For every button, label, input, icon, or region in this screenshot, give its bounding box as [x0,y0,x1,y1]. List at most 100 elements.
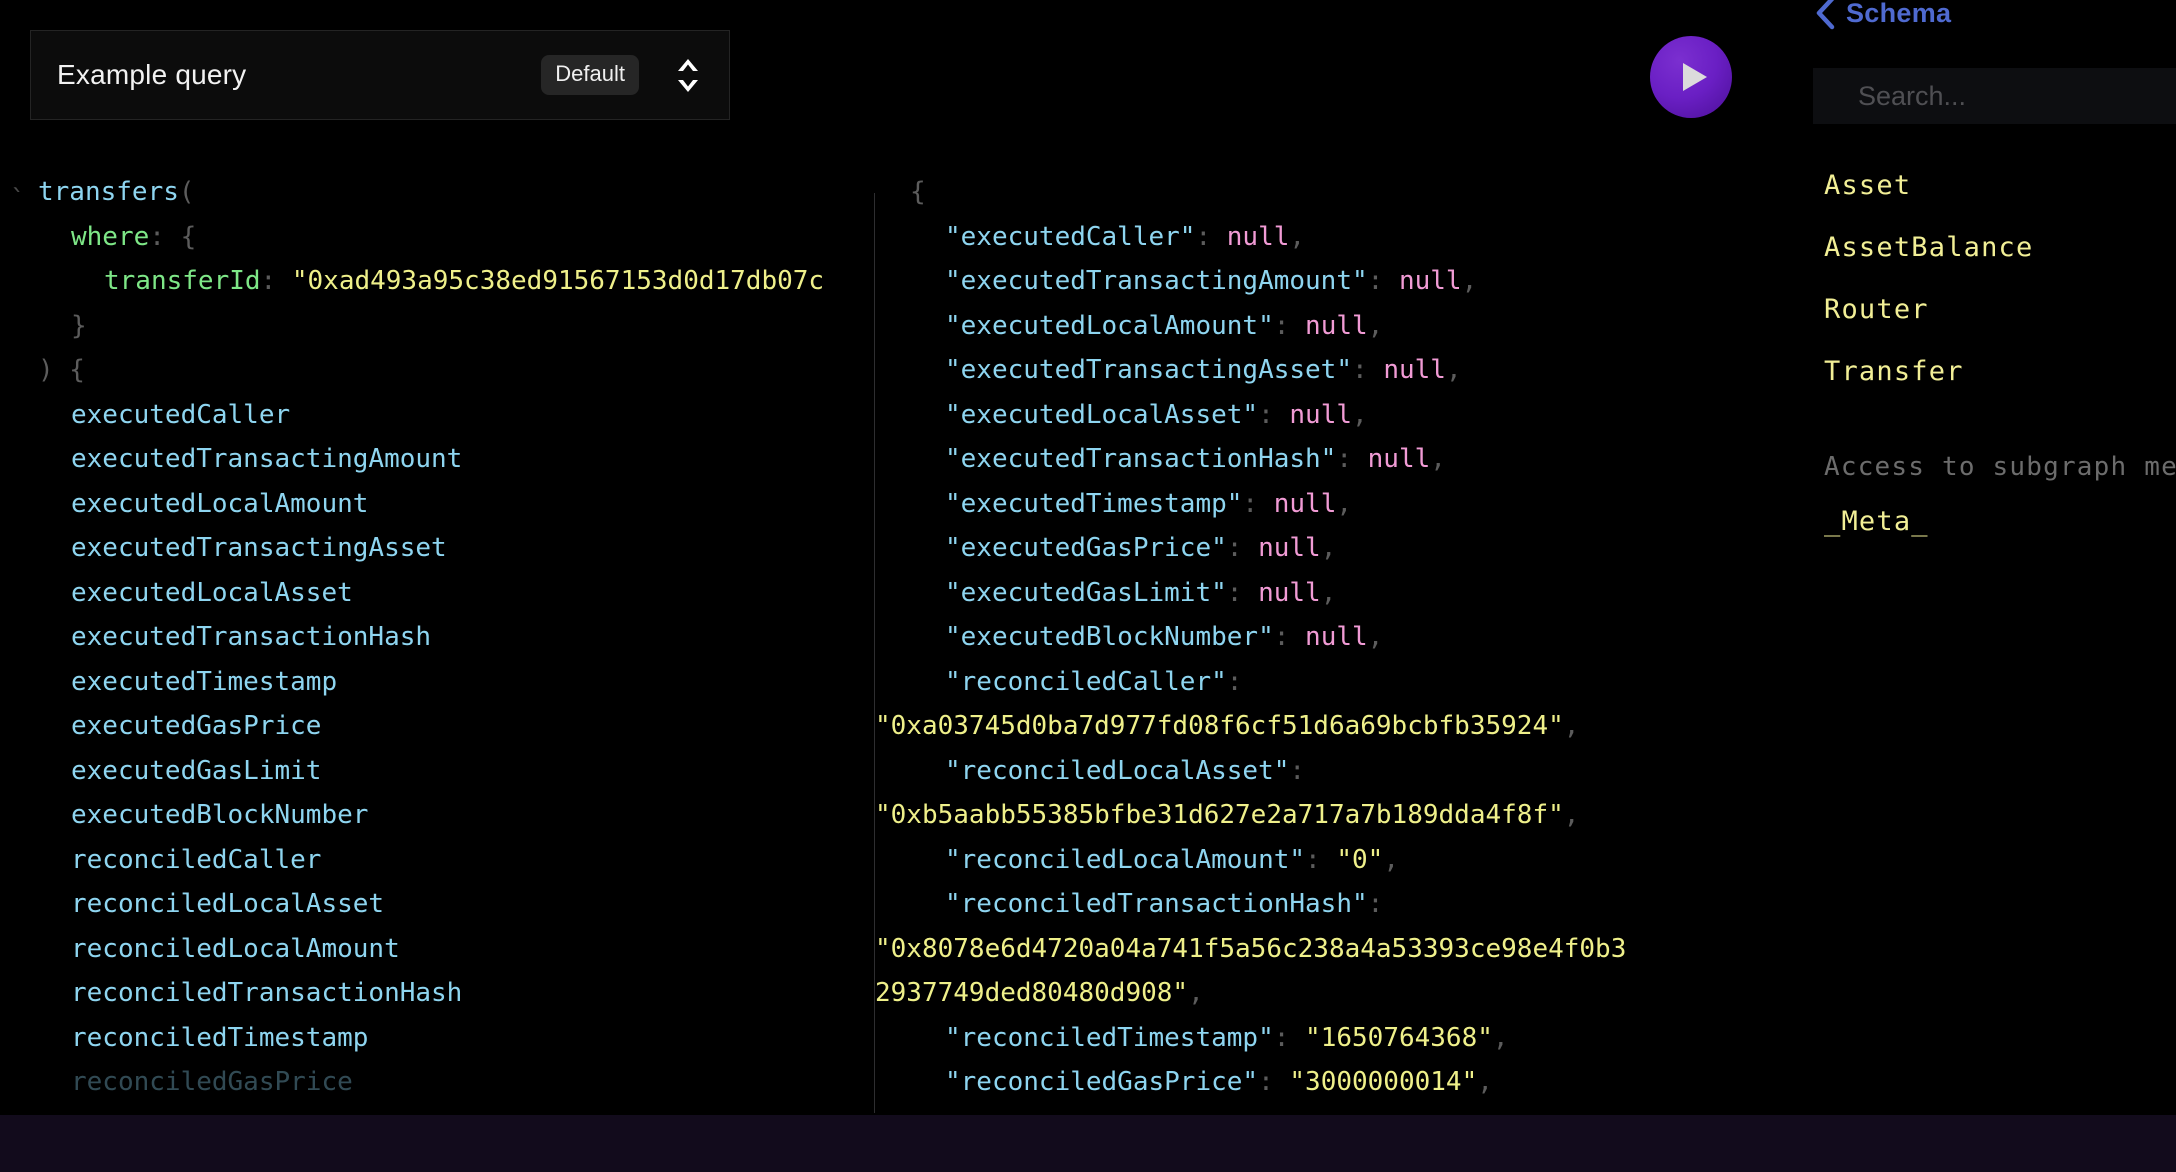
code-token: : [1258,1067,1290,1097]
code-token: , [1383,844,1399,875]
query-editor-pane[interactable]: transfers(where: {transferId: "0xad493a9… [0,170,874,1115]
code-line: "executedTimestamp": null, [875,482,1626,527]
code-token: , [1320,577,1337,608]
code-token: "0" [1336,844,1384,875]
code-token: executedTransactingAmount [71,444,463,474]
code-token: "reconciledTransactionHash" [945,889,1368,919]
code-token: , [1336,488,1353,519]
code-token: { [910,177,926,207]
code-token: executedGasPrice [71,711,322,741]
code-token: transfers [38,177,179,207]
schema-meta-type[interactable]: _Meta_ [1824,506,1929,537]
code-token: "executedGasLimit" [945,577,1227,608]
code-line: reconciledLocalAmount [0,927,824,972]
code-token: executedLocalAmount [71,488,369,519]
code-token: "reconciledLocalAmount" [945,844,1306,875]
code-token: } [71,310,87,341]
code-line: "reconciledTimestamp": "1650764368", [875,1016,1626,1061]
code-token: "0xb5aabb55385bfbe31d627e2a717a7b189dda4… [875,800,1564,830]
code-token: "executedTransactingAmount" [945,266,1368,296]
schema-note: Access to subgraph me [1824,452,2176,482]
code-token: null [1258,577,1321,608]
chevron-left-icon [1816,0,1835,30]
code-line: executedTransactingAsset [0,526,824,571]
play-icon [1682,63,1707,91]
code-token: "executedTransactingAsset" [945,355,1352,385]
code-token: , [1367,622,1384,652]
code-token: : [1305,844,1337,875]
code-line: executedGasLimit [0,749,824,794]
code-token: reconciledTransactionHash [71,978,463,1008]
code-token: : [1258,399,1290,430]
code-token: executedTimestamp [71,666,338,697]
chevron-up-down-icon[interactable] [673,47,703,103]
code-token: : [1226,533,1259,563]
code-token: : [1273,622,1306,652]
code-token: reconciledGasPrice [71,1067,353,1097]
query-editor-code: transfers(where: {transferId: "0xad493a9… [0,170,824,1105]
code-line: "reconciledTransactionHash": [875,882,1626,927]
code-token: executedBlockNumber [71,800,369,830]
code-line: "executedGasPrice": null, [875,526,1626,571]
code-line: executedTransactionHash [0,615,824,660]
execute-query-button[interactable] [1650,36,1732,118]
code-line: "executedGasLimit": null, [875,571,1626,616]
code-token: executedCaller [71,399,291,430]
schema-back-button[interactable]: Schema [1814,0,1951,30]
code-token: null [1258,533,1321,563]
code-token: "executedLocalAmount" [945,310,1274,341]
code-line: "executedCaller": null, [875,215,1626,260]
schema-type-router[interactable]: Router [1800,279,2176,341]
schema-type-transfer[interactable]: Transfer [1800,341,2176,403]
code-token: : [1367,266,1399,296]
schema-type-assetbalance[interactable]: AssetBalance [1800,217,2176,279]
code-token: executedGasLimit [71,755,322,786]
code-token: : [1242,488,1274,519]
code-token: "0x8078e6d4720a04a741f5a56c238a4a53393ce… [875,933,1627,964]
code-token: : [1289,755,1306,786]
query-header-bar[interactable]: Example query Default [30,30,730,120]
code-token: null [1289,399,1353,430]
code-line: executedCaller [0,393,824,438]
code-token: null [1398,266,1462,296]
code-token: , [1188,978,1204,1008]
code-line: 2937749ded80480d908", [875,971,1626,1016]
code-token: , [1563,800,1580,830]
code-line: } [0,304,824,349]
default-badge[interactable]: Default [541,55,639,95]
code-token: "reconciledCaller" [945,666,1227,697]
code-token: "3000000014" [1289,1067,1478,1097]
code-token: , [1289,221,1306,252]
code-line: "executedLocalAmount": null, [875,304,1626,349]
schema-sidebar: Schema AssetAssetBalanceRouterTransfer A… [1800,0,2176,1115]
query-result-pane[interactable]: { "executedCaller": null, "executedTransac… [875,170,1800,1115]
schema-type-asset[interactable]: Asset [1800,155,2176,217]
query-result-code: { "executedCaller": null, "executedTransac… [875,170,1626,1105]
code-line: "0xa03745d0ba7d977fd08f6cf51d6a69bcbfb35… [875,704,1626,749]
code-line: executedTransactingAmount [0,437,824,482]
code-token: : [1352,355,1384,385]
bottom-bar [0,1115,2176,1172]
code-line: "executedTransactingAsset": null, [875,348,1626,393]
code-token: "reconciledLocalAsset" [945,755,1290,786]
code-token: executedLocalAsset [71,577,353,608]
code-token: null [1226,221,1290,252]
code-token: : [1367,889,1384,919]
code-token: "executedCaller" [945,221,1196,252]
schema-search-input[interactable] [1813,68,2176,124]
code-token: "executedGasPrice" [945,533,1227,563]
code-line: executedBlockNumber [0,793,824,838]
code-line: "0x8078e6d4720a04a741f5a56c238a4a53393ce… [875,927,1626,972]
code-line: executedLocalAsset [0,571,824,616]
code-token: , [1461,266,1478,296]
code-token: ) { [38,355,85,385]
code-token: "reconciledTimestamp" [945,1022,1274,1053]
code-token: , [1430,444,1446,474]
code-token: "reconciledGasPrice" [945,1067,1259,1097]
code-token: : [1195,221,1227,252]
code-token: null [1273,488,1337,519]
code-line: "reconciledLocalAsset": [875,749,1626,794]
code-token: null [1367,444,1431,474]
code-token: "1650764368" [1305,1022,1493,1053]
code-token: : [1273,1022,1306,1053]
